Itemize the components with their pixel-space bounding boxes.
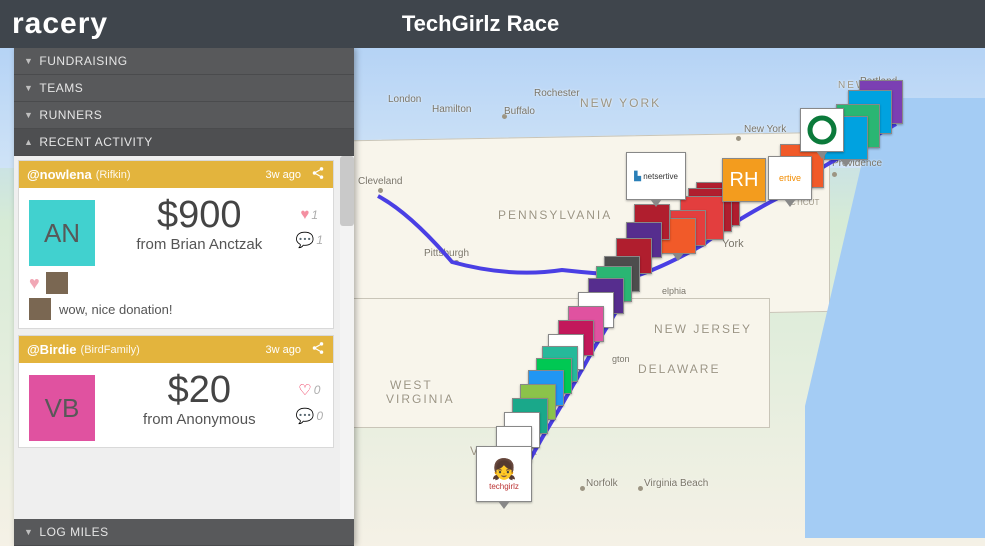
comment-button[interactable]: 💬0 (296, 407, 323, 425)
state-label: PENNSYLVANIA (498, 208, 612, 222)
state-label: NEW JERSEY (654, 322, 752, 336)
user-family: (BirdFamily) (81, 344, 140, 356)
city-label: New York (744, 124, 786, 135)
top-bar: racery TechGirlz Race (0, 0, 985, 48)
marker-techgirlz[interactable]: 👧techgirlz (476, 446, 532, 502)
section-runners[interactable]: ▼RUNNERS (14, 102, 354, 129)
donation-from: from Anonymous (103, 411, 296, 428)
donation-amount: $900 (103, 196, 296, 234)
marker-rh[interactable]: RH (722, 158, 766, 202)
section-fundraising[interactable]: ▼FUNDRAISING (14, 48, 354, 75)
timestamp: 3w ago (266, 169, 301, 181)
city-label: gton (612, 354, 630, 364)
section-teams[interactable]: ▼TEAMS (14, 75, 354, 102)
heart-icon: ♥ (29, 273, 40, 294)
city-label: Cleveland (358, 176, 402, 187)
share-icon[interactable] (311, 166, 325, 183)
user-family: (Rifkin) (96, 169, 131, 181)
avatar[interactable]: AN (29, 200, 95, 266)
chevron-down-icon: ▼ (24, 56, 33, 66)
city-label: Virginia Beach (644, 478, 708, 489)
heart-icon: ♡ (298, 381, 311, 399)
team-marker[interactable]: ertive (768, 156, 812, 200)
chevron-down-icon: ▼ (24, 527, 33, 537)
liker-avatar[interactable] (46, 272, 68, 294)
section-log-miles[interactable]: ▼LOG MILES (14, 519, 354, 546)
avatar[interactable]: VB (29, 375, 95, 441)
chat-icon: 💬 (296, 407, 315, 425)
heart-icon: ♥ (301, 206, 310, 223)
city-label: York (722, 238, 744, 250)
activity-feed[interactable]: @nowlena (Rifkin) 3w ago AN $900 from Br… (14, 156, 354, 519)
donation-amount: $20 (103, 371, 296, 409)
activity-card: @Birdie (BirdFamily) 3w ago VB $20 from … (18, 335, 334, 448)
likes-row: ♥ (19, 272, 333, 298)
state-label: VIRGINIA (386, 392, 455, 406)
user-handle[interactable]: @nowlena (27, 167, 92, 182)
state-label: WEST (390, 378, 433, 392)
donation-from: from Brian Anctzak (103, 236, 296, 253)
city-label: Norfolk (586, 478, 618, 489)
comment-text: wow, nice donation! (59, 302, 172, 317)
city-label: London (388, 94, 421, 105)
city-label: Pittsburgh (424, 248, 469, 259)
comment-button[interactable]: 💬1 (296, 231, 323, 249)
commenter-avatar[interactable] (29, 298, 51, 320)
chevron-down-icon: ▼ (24, 110, 33, 120)
city-label: Hamilton (432, 104, 471, 115)
marker-netsertive[interactable]: ▙ netsertive (626, 152, 686, 200)
city-label: Rochester (534, 88, 580, 99)
race-title: TechGirlz Race (0, 11, 973, 37)
chevron-up-icon: ▲ (24, 137, 33, 147)
team-marker[interactable] (800, 108, 844, 152)
city-label: Buffalo (504, 106, 535, 117)
share-icon[interactable] (311, 341, 325, 358)
chat-icon: 💬 (296, 231, 315, 249)
timestamp: 3w ago (266, 344, 301, 356)
section-recent-activity[interactable]: ▲RECENT ACTIVITY (14, 129, 354, 156)
chevron-down-icon: ▼ (24, 83, 33, 93)
activity-card: @nowlena (Rifkin) 3w ago AN $900 from Br… (18, 160, 334, 329)
state-label: DELAWARE (638, 362, 720, 376)
like-button[interactable]: ♥1 (301, 206, 319, 223)
city-label: elphia (662, 286, 686, 296)
state-label: NEW YORK (580, 96, 661, 110)
sidebar: ▼FUNDRAISING ▼TEAMS ▼RUNNERS ▲RECENT ACT… (14, 48, 354, 546)
scrollbar-thumb[interactable] (340, 156, 354, 226)
like-button[interactable]: ♡0 (298, 381, 320, 399)
user-handle[interactable]: @Birdie (27, 342, 77, 357)
